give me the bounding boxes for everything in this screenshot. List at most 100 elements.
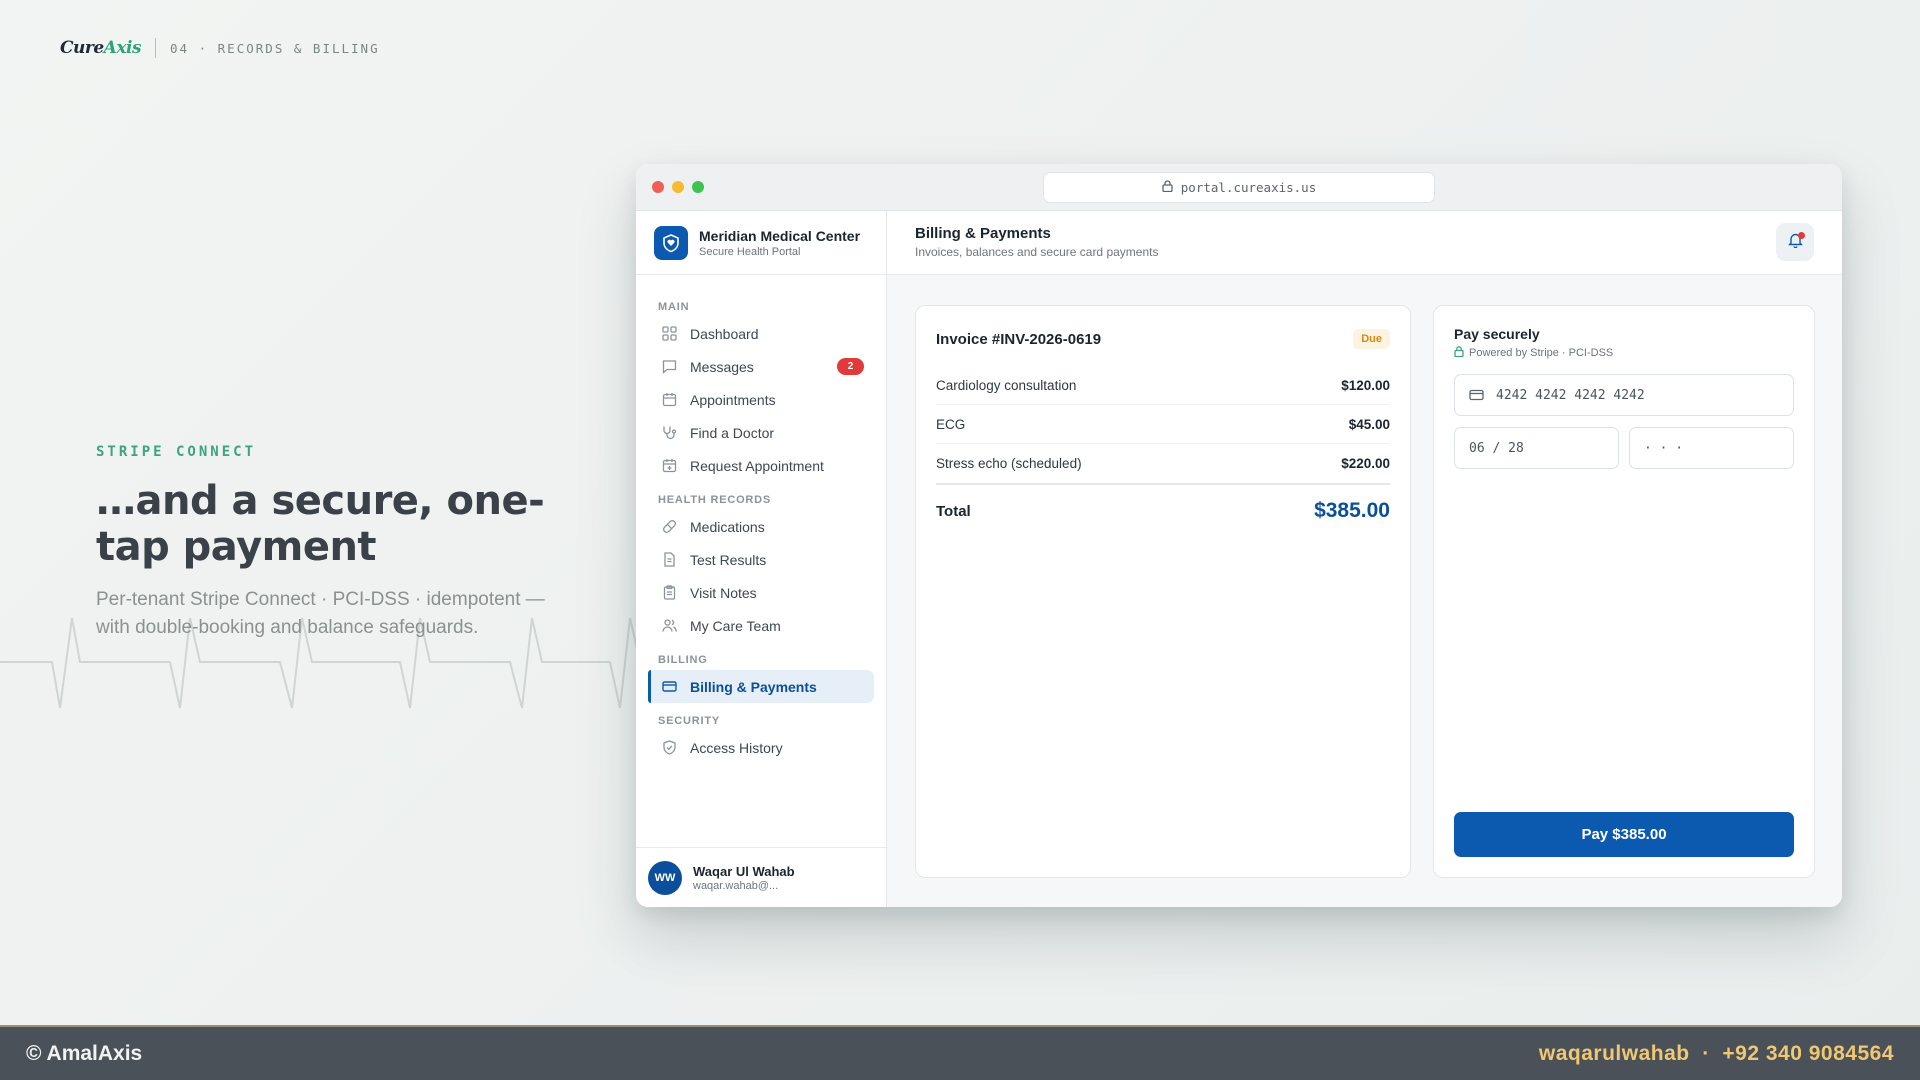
hero-subtitle: Per-tenant Stripe Connect · PCI-DSS · id…	[96, 589, 545, 638]
payment-card: Pay securely Powered by Stripe · PCI-DSS…	[1433, 305, 1815, 878]
sidebar-item-visit-notes[interactable]: Visit Notes	[648, 576, 874, 609]
calendar-icon	[661, 392, 677, 408]
line-label: ECG	[936, 416, 966, 432]
page-subtitle: Invoices, balances and secure card payme…	[915, 245, 1159, 259]
minimize-window-button[interactable]	[672, 181, 684, 193]
credit-card-icon	[661, 679, 677, 695]
pill-icon	[661, 519, 677, 535]
calendar-plus-icon	[661, 458, 677, 474]
hero-section: STRIPE CONNECT …and a secure, one-tap pa…	[96, 444, 576, 642]
sidebar-item-appointments[interactable]: Appointments	[648, 383, 874, 416]
sidebar-item-label: Find a Doctor	[690, 424, 775, 441]
footer-bar: © AmalAxis waqarulwahab · +92 340 908456…	[0, 1025, 1920, 1080]
lock-icon	[1162, 180, 1173, 195]
logo-text-main: Cure	[60, 38, 104, 58]
pay-button[interactable]: Pay $385.00	[1454, 812, 1794, 857]
section-breadcrumb: 04 · RECORDS & BILLING	[170, 40, 380, 56]
user-profile[interactable]: WW Waqar Ul Wahab waqar.wahab@...	[636, 847, 886, 907]
sidebar-item-request-appointment[interactable]: Request Appointment	[648, 449, 874, 482]
browser-titlebar: portal.cureaxis.us	[636, 164, 1842, 211]
sidebar-item-access-history[interactable]: Access History	[648, 731, 874, 764]
nav-section-billing: BILLING	[658, 654, 708, 666]
main-content: Billing & Payments Invoices, balances an…	[887, 211, 1842, 907]
hero-eyebrow: STRIPE CONNECT	[96, 444, 257, 460]
credit-card-icon	[1469, 389, 1484, 401]
expiry-value: 06 / 28	[1469, 440, 1524, 456]
sidebar-item-label: Appointments	[690, 391, 776, 408]
footer-copyright: © AmalAxis	[26, 1041, 143, 1065]
stethoscope-icon	[661, 425, 677, 441]
line-label: Stress echo (scheduled)	[936, 456, 1082, 471]
payment-title: Pay securely	[1454, 326, 1540, 342]
notification-dot	[1798, 232, 1805, 239]
org-name: Meridian Medical Center	[699, 227, 861, 244]
sidebar-item-test-results[interactable]: Test Results	[648, 543, 874, 576]
user-name: Waqar Ul Wahab	[693, 863, 795, 879]
line-amount: $45.00	[1348, 416, 1390, 432]
card-number-input[interactable]: 4242 4242 4242 4242	[1454, 374, 1794, 416]
divider	[155, 38, 157, 58]
invoice-line: Stress echo (scheduled) $220.00	[936, 444, 1390, 483]
sidebar-item-label: Billing & Payments	[690, 678, 817, 695]
document-icon	[661, 552, 677, 568]
expiry-input[interactable]: 06 / 28	[1454, 427, 1619, 469]
card-number-value: 4242 4242 4242 4242	[1496, 387, 1645, 403]
maximize-window-button[interactable]	[692, 181, 704, 193]
browser-window: portal.cureaxis.us Meridian Medical Cent…	[636, 164, 1842, 907]
users-icon	[661, 618, 677, 634]
clipboard-icon	[661, 585, 677, 601]
sidebar-item-label: Request Appointment	[690, 457, 824, 474]
sidebar-item-label: Messages	[690, 358, 754, 375]
sidebar-item-label: Test Results	[690, 551, 767, 568]
url-text: portal.cureaxis.us	[1180, 180, 1317, 195]
sidebar-item-label: My Care Team	[690, 617, 781, 634]
close-window-button[interactable]	[652, 181, 664, 193]
heart-shield-icon	[654, 225, 688, 260]
lock-icon	[1454, 346, 1464, 360]
brand-header: CureAxis 04 · RECORDS & BILLING	[60, 38, 380, 58]
sidebar-item-label: Visit Notes	[690, 584, 757, 601]
sidebar-item-dashboard[interactable]: Dashboard	[648, 317, 874, 350]
org-header: Meridian Medical Center Secure Health Po…	[636, 211, 886, 275]
address-bar[interactable]: portal.cureaxis.us	[1043, 172, 1435, 203]
nav-section-security: SECURITY	[658, 715, 721, 727]
sidebar-item-label: Dashboard	[690, 325, 759, 342]
total-label: Total	[936, 502, 971, 520]
org-subtitle: Secure Health Portal	[699, 245, 801, 258]
brand-logo[interactable]: CureAxis	[60, 38, 142, 58]
sidebar: Meridian Medical Center Secure Health Po…	[636, 211, 887, 907]
payment-subtitle-text: Powered by Stripe · PCI-DSS	[1469, 347, 1614, 359]
grid-icon	[661, 326, 677, 342]
line-amount: $120.00	[1341, 377, 1390, 393]
footer-contact: waqarulwahab · +92 340 9084564	[1538, 1041, 1894, 1065]
portal-app: Meridian Medical Center Secure Health Po…	[636, 211, 1842, 907]
avatar: WW	[648, 860, 682, 895]
hero-title: …and a secure, one-tap payment	[96, 478, 545, 570]
sidebar-item-label: Access History	[690, 739, 783, 756]
logo-text-accent: Axis	[103, 38, 142, 58]
page-header: Billing & Payments Invoices, balances an…	[887, 211, 1842, 275]
user-email: waqar.wahab@...	[693, 879, 779, 892]
sidebar-item-find-doctor[interactable]: Find a Doctor	[648, 416, 874, 449]
invoice-line-items: Cardiology consultation $120.00 ECG $45.…	[936, 366, 1390, 537]
line-label: Cardiology consultation	[936, 377, 1077, 393]
sidebar-item-billing[interactable]: Billing & Payments	[648, 670, 874, 703]
unread-count-badge: 2	[837, 358, 864, 375]
cvc-value: · · ·	[1644, 440, 1684, 456]
status-badge: Due	[1353, 329, 1390, 349]
nav-section-health-records: HEALTH RECORDS	[658, 494, 772, 506]
sidebar-item-care-team[interactable]: My Care Team	[648, 609, 874, 642]
nav-section-main: MAIN	[658, 301, 690, 313]
shield-check-icon	[661, 740, 677, 756]
sidebar-item-label: Medications	[690, 518, 765, 535]
invoice-card: Invoice #INV-2026-0619 Due Cardiology co…	[915, 305, 1411, 878]
notifications-button[interactable]	[1776, 223, 1814, 261]
sidebar-item-medications[interactable]: Medications	[648, 510, 874, 543]
invoice-total: Total $385.00	[936, 483, 1390, 537]
invoice-line: Cardiology consultation $120.00	[936, 366, 1390, 405]
payment-subtitle: Powered by Stripe · PCI-DSS	[1454, 346, 1794, 360]
invoice-line: ECG $45.00	[936, 405, 1390, 444]
page-title: Billing & Payments	[915, 225, 1051, 242]
sidebar-item-messages[interactable]: Messages 2	[648, 350, 874, 383]
cvc-input[interactable]: · · ·	[1629, 427, 1794, 469]
